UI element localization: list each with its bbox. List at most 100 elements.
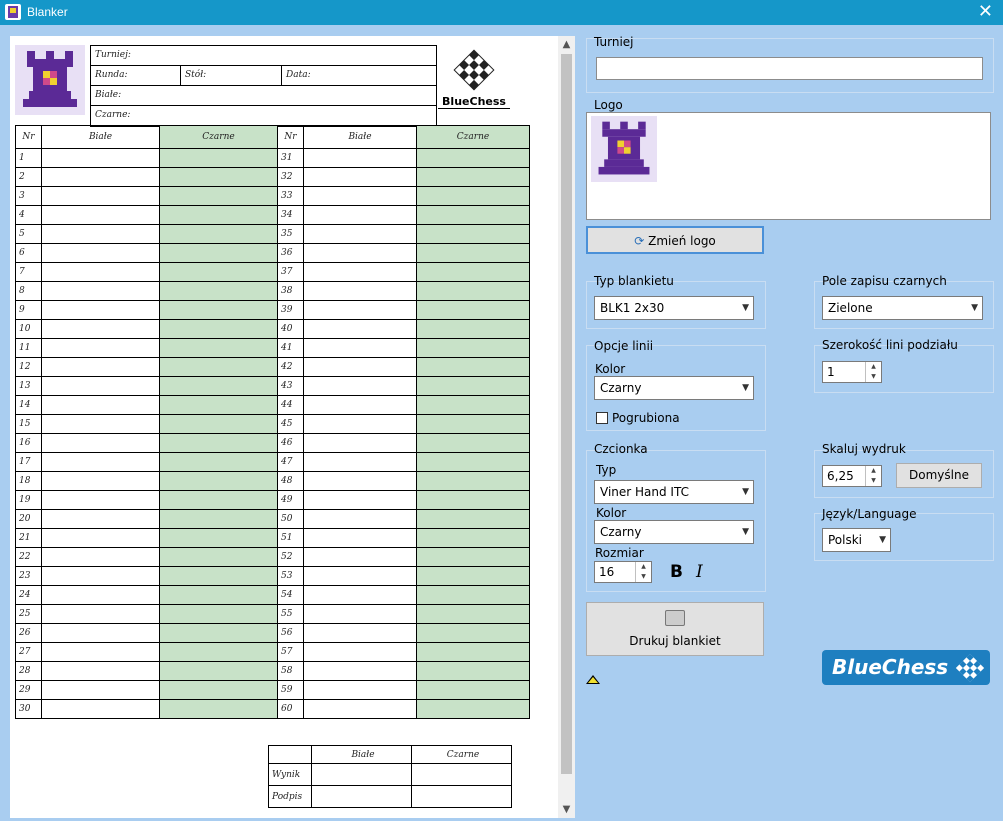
black-move-cell — [159, 395, 278, 415]
white-move-cell — [41, 699, 160, 719]
move-number: 43 — [277, 376, 304, 396]
font-type-select[interactable]: Viner Hand ITC ▼ — [594, 480, 754, 504]
black-move-cell — [159, 414, 278, 434]
move-row: 21 51 — [15, 528, 530, 548]
divider-spinner[interactable]: 1 ▲ ▼ — [822, 361, 882, 383]
move-number: 15 — [15, 414, 42, 434]
scroll-thumb[interactable] — [561, 54, 572, 774]
divider-value: 1 — [827, 365, 835, 379]
move-number: 34 — [277, 205, 304, 225]
white-move-cell — [41, 281, 160, 301]
spin-up-icon[interactable]: ▲ — [866, 362, 881, 372]
font-color-select[interactable]: Czarny ▼ — [594, 520, 754, 544]
bold-line-label: Pogrubiona — [612, 411, 680, 425]
black-move-cell — [159, 281, 278, 301]
col-white: Białe — [41, 125, 160, 149]
white-move-cell — [303, 509, 417, 529]
move-number: 24 — [15, 585, 42, 605]
move-number: 10 — [15, 319, 42, 339]
line-color-value: Czarny — [600, 381, 642, 395]
font-size-value: 16 — [599, 565, 615, 579]
white-move-cell — [41, 376, 160, 396]
black-move-cell — [159, 243, 278, 263]
result-black: Czarne — [411, 745, 512, 764]
change-logo-button[interactable]: ⟳ Zmień logo — [586, 226, 764, 254]
black-move-cell — [159, 509, 278, 529]
move-number: 16 — [15, 433, 42, 453]
black-move-cell — [159, 661, 278, 681]
spin-down-icon[interactable]: ▼ — [866, 476, 881, 486]
move-number: 13 — [15, 376, 42, 396]
header-black: Czarne: — [95, 110, 131, 120]
white-move-cell — [41, 452, 160, 472]
black-move-cell — [159, 433, 278, 453]
move-row: 28 58 — [15, 661, 530, 681]
black-move-cell — [416, 471, 530, 491]
divider-label: Szerokość lini podziału — [822, 338, 958, 352]
move-number: 20 — [15, 509, 42, 529]
spin-down-icon[interactable]: ▼ — [636, 572, 651, 582]
window-title: Blanker — [27, 5, 68, 19]
black-field-select[interactable]: Zielone ▼ — [822, 296, 983, 320]
close-icon[interactable]: ✕ — [978, 2, 993, 22]
white-move-cell — [41, 262, 160, 282]
black-move-cell — [159, 186, 278, 206]
move-row: 5 35 — [15, 224, 530, 244]
move-row: 6 36 — [15, 243, 530, 263]
line-color-label: Kolor — [595, 362, 626, 376]
white-move-cell — [303, 167, 417, 187]
logo-label: Logo — [594, 98, 623, 112]
white-move-cell — [303, 585, 417, 605]
black-move-cell — [416, 148, 530, 168]
black-move-cell — [416, 509, 530, 529]
sheet-preview: Turniej: Runda: Stół: Data: Białe: Czarn… — [0, 25, 580, 821]
move-row: 26 56 — [15, 623, 530, 643]
print-button[interactable]: Drukuj blankiet — [586, 602, 764, 656]
black-move-cell — [416, 452, 530, 472]
language-select[interactable]: Polski ▼ — [822, 528, 891, 552]
sheet-type-select[interactable]: BLK1 2x30 ▼ — [594, 296, 754, 320]
font-size-spinner[interactable]: 16 ▲ ▼ — [594, 561, 652, 583]
logo-box[interactable] — [586, 112, 991, 220]
move-number: 50 — [277, 509, 304, 529]
scroll-down-icon[interactable]: ▼ — [558, 801, 575, 818]
printer-icon — [665, 610, 685, 626]
white-move-cell — [41, 490, 160, 510]
spin-up-icon[interactable]: ▲ — [866, 466, 881, 476]
font-label: Czcionka — [594, 442, 648, 456]
scale-value: 6,25 — [827, 469, 854, 483]
white-move-cell — [303, 623, 417, 643]
header-round: Runda: — [91, 66, 181, 85]
chevron-down-icon: ▼ — [971, 303, 978, 313]
bluechess-brand-text: BlueChess — [832, 655, 949, 679]
spin-up-icon[interactable]: ▲ — [636, 562, 651, 572]
white-move-cell — [303, 205, 417, 225]
white-move-cell — [303, 186, 417, 206]
move-number: 29 — [15, 680, 42, 700]
white-move-cell — [303, 642, 417, 662]
bold-toggle[interactable]: B — [670, 562, 683, 582]
line-color-select[interactable]: Czarny ▼ — [594, 376, 754, 400]
move-row: 11 41 — [15, 338, 530, 358]
white-move-cell — [41, 186, 160, 206]
black-move-cell — [416, 338, 530, 358]
move-number: 52 — [277, 547, 304, 567]
sheet-header: Turniej: Runda: Stół: Data: Białe: Czarn… — [90, 45, 437, 127]
title-bar: Blanker ✕ — [0, 0, 1003, 25]
vertical-scrollbar[interactable]: ▲ ▼ — [558, 36, 575, 818]
black-move-cell — [416, 186, 530, 206]
italic-toggle[interactable]: I — [696, 562, 703, 582]
bold-line-checkbox[interactable] — [596, 412, 608, 424]
white-move-cell — [41, 414, 160, 434]
move-number: 47 — [277, 452, 304, 472]
font-color-value: Czarny — [600, 525, 642, 539]
default-button[interactable]: Domyślne — [896, 463, 982, 488]
spin-down-icon[interactable]: ▼ — [866, 372, 881, 382]
print-label: Drukuj blankiet — [629, 634, 721, 648]
tournament-input[interactable] — [596, 57, 983, 80]
white-move-cell — [41, 566, 160, 586]
move-number: 12 — [15, 357, 42, 377]
scale-spinner[interactable]: 6,25 ▲ ▼ — [822, 465, 882, 487]
scroll-up-icon[interactable]: ▲ — [558, 36, 575, 53]
white-move-cell — [41, 471, 160, 491]
